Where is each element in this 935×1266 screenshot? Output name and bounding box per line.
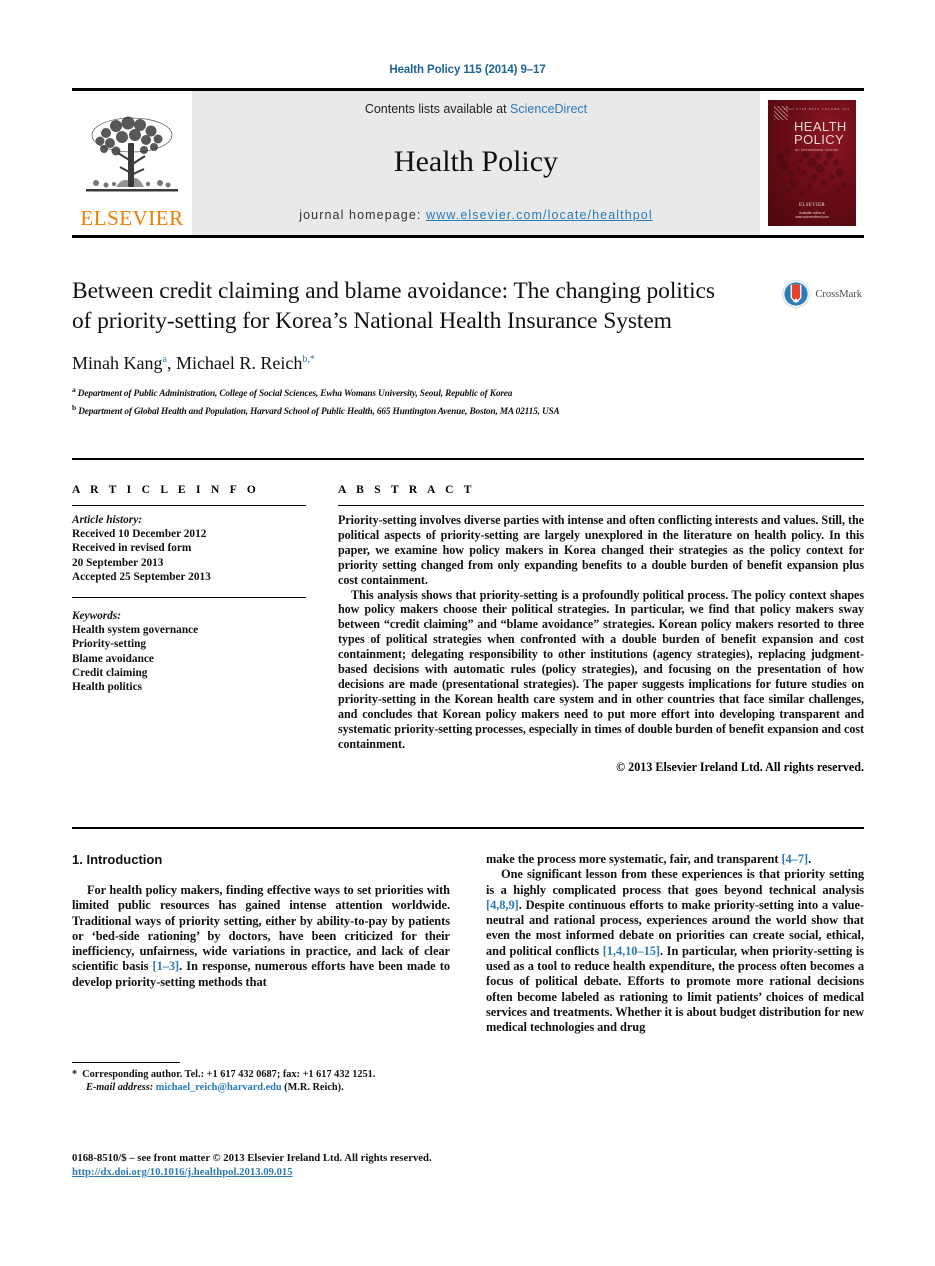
article-info-column: A R T I C L E I N F O Article history: R…: [72, 484, 306, 694]
body-paragraph: One significant lesson from these experi…: [486, 867, 864, 1035]
article-history: Article history: Received 10 December 20…: [72, 513, 306, 584]
cover-title-line2: POLICY: [794, 132, 845, 147]
citation-ref[interactable]: [1–3]: [153, 959, 180, 973]
keyword-item: Credit claiming: [72, 666, 148, 679]
author-name: Michael R. Reich: [175, 353, 303, 373]
homepage-prefix: journal homepage:: [299, 208, 427, 222]
article-info-heading: A R T I C L E I N F O: [72, 484, 260, 496]
cover-topbar-text: ISSN 0168-8510 VOLUME 115: [783, 107, 850, 111]
crossmark-badge[interactable]: CrossMark: [781, 279, 862, 309]
contents-available-line: Contents lists available at ScienceDirec…: [365, 102, 587, 116]
email-owner: (M.R. Reich).: [284, 1082, 344, 1093]
cover-foot-line2: www.sciencedirect.com: [795, 215, 829, 220]
colophon: 0168-8510/$ – see front matter © 2013 El…: [72, 1151, 632, 1179]
footnote-text: * Corresponding author. Tel.: +1 617 432 …: [72, 1068, 450, 1094]
paragraph-text: make the process more systematic, fair, …: [486, 852, 782, 866]
affiliation-text: Department of Global Health and Populati…: [78, 407, 560, 418]
cover-foot-line1: Available online at: [799, 210, 825, 215]
article-info-separator: [72, 597, 306, 599]
body-column-left: 1. Introduction For health policy makers…: [72, 852, 450, 990]
body-paragraph: For health policy makers, finding effect…: [72, 883, 450, 990]
citation-ref[interactable]: [1,4,10–15]: [603, 944, 660, 958]
cover-image: ISSN 0168-8510 VOLUME 115 HEALTH POLICY …: [768, 100, 856, 226]
footnote-star-mark: *: [72, 1069, 78, 1080]
article-history-item: Received in revised form: [72, 542, 192, 555]
article-history-item: Received 10 December 2012: [72, 528, 207, 541]
abstract-heading: A B S T R A C T: [338, 484, 476, 496]
keyword-item: Blame avoidance: [72, 652, 154, 665]
abstract-body: Priority-setting involves diverse partie…: [338, 513, 864, 752]
elsevier-logo: ELSEVIER: [72, 91, 192, 235]
cover-title: HEALTH POLICY: [794, 120, 847, 146]
email-address-label: E-mail address:: [86, 1082, 154, 1093]
article-info-rule: [72, 505, 306, 506]
abstract-paragraph: This analysis shows that priority-settin…: [338, 587, 864, 751]
crossmark-label: CrossMark: [815, 288, 862, 300]
affiliations: a Department of Public Administration, C…: [72, 383, 864, 419]
doi-link[interactable]: http://dx.doi.org/10.1016/j.healthpol.20…: [72, 1165, 632, 1179]
abstract-paragraph: Priority-setting involves diverse partie…: [338, 513, 864, 587]
affiliation-text: Department of Public Administration, Col…: [77, 389, 513, 400]
elsevier-wordmark: ELSEVIER: [80, 206, 184, 230]
author-list: Minah Kanga, Michael R. Reichb,*: [72, 353, 315, 373]
title-block: Between credit claiming and blame avoida…: [72, 276, 864, 419]
keyword-item: Priority-setting: [72, 638, 147, 651]
journal-title: Health Policy: [393, 145, 559, 178]
footnote-rule: [72, 1062, 180, 1063]
journal-cover-thumbnail: ISSN 0168-8510 VOLUME 115 HEALTH POLICY …: [760, 91, 864, 235]
corresponding-author-footnote: * Corresponding author. Tel.: +1 617 432 …: [72, 1062, 450, 1094]
paragraph-text: One significant lesson from these experi…: [486, 867, 864, 897]
running-head: Health Policy 115 (2014) 9–17: [389, 64, 546, 76]
issn-front-matter: 0168-8510/$ – see front matter © 2013 El…: [72, 1152, 432, 1164]
author-affil-mark[interactable]: a: [162, 354, 166, 365]
body-column-right: make the process more systematic, fair, …: [486, 852, 864, 1036]
body-columns: 1. Introduction For health policy makers…: [72, 852, 864, 1152]
abstract-rule: [338, 505, 864, 506]
paragraph-text: .: [808, 852, 812, 866]
affiliation-line: a Department of Public Administration, C…: [72, 383, 864, 401]
contents-prefix: Contents lists available at: [364, 102, 511, 116]
journal-masthead: ELSEVIER Contents lists available at Sci…: [72, 88, 864, 238]
elsevier-tree-icon: [86, 116, 178, 192]
page-title: Between credit claiming and blame avoida…: [72, 278, 715, 334]
citation-ref[interactable]: [4,8,9]: [486, 898, 519, 912]
article-history-item: Accepted 25 September 2013: [72, 570, 211, 583]
keyword-item: Health system governance: [72, 624, 199, 637]
footnote-corresponding-text: Corresponding author. Tel.: +1 617 432 0…: [82, 1069, 376, 1080]
divider-above-abstract: [72, 458, 864, 460]
keywords-label: Keywords:: [72, 610, 121, 623]
affiliation-mark: a: [72, 385, 76, 394]
citation-ref[interactable]: [4–7]: [781, 852, 808, 866]
body-paragraph: make the process more systematic, fair, …: [486, 852, 864, 867]
affiliation-line: b Department of Global Health and Popula…: [72, 401, 864, 419]
cover-footer: Available online at www.sciencedirect.com: [768, 211, 856, 220]
email-link[interactable]: michael_reich@harvard.edu: [156, 1082, 282, 1093]
journal-homepage-link[interactable]: www.elsevier.com/locate/healthpol: [426, 208, 653, 222]
footnote-email-line: E-mail address: michael_reich@harvard.ed…: [72, 1081, 450, 1094]
article-history-label: Article history:: [72, 514, 142, 526]
abstract-copyright: © 2013 Elsevier Ireland Ltd. All rights …: [616, 759, 864, 774]
abstract-column: A B S T R A C T Priority-setting involve…: [338, 484, 864, 775]
cover-publisher: ELSEVIER: [798, 203, 826, 208]
article-history-item: 20 September 2013: [72, 556, 164, 569]
sciencedirect-link[interactable]: ScienceDirect: [510, 102, 587, 116]
affiliation-mark: b: [72, 403, 77, 413]
cover-subtitle: An International Journal: [795, 148, 839, 152]
divider-below-abstract: [72, 827, 864, 829]
author-name: Minah Kang: [72, 353, 163, 373]
masthead-center-band: Contents lists available at ScienceDirec…: [192, 91, 760, 235]
crossmark-icon: [782, 279, 811, 309]
keywords-list: Keywords: Health system governance Prior…: [72, 609, 306, 694]
paper-page: Health Policy 115 (2014) 9–17 ELSEVIER C…: [0, 0, 935, 1266]
journal-homepage-line: journal homepage: www.elsevier.com/locat…: [299, 208, 653, 222]
keyword-item: Health politics: [72, 681, 142, 694]
section-heading-introduction: 1. Introduction: [72, 852, 163, 867]
author-affil-mark[interactable]: b,*: [302, 354, 315, 365]
